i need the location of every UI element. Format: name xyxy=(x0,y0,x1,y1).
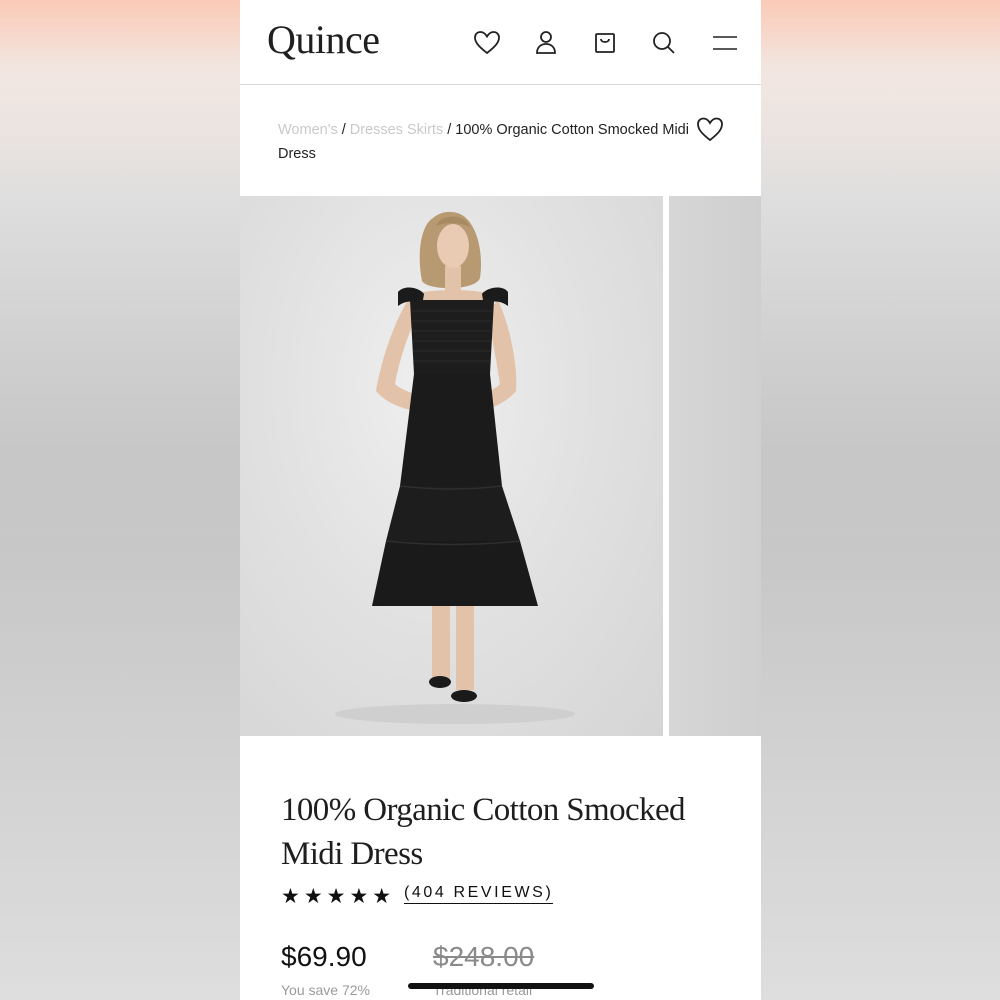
breadcrumb-current: 100% Organic Cotton Smocked Midi Dress xyxy=(278,122,689,162)
rating-stars[interactable]: ★★★★★ xyxy=(281,884,395,909)
reviews-count[interactable]: (404 REVIEWS) xyxy=(404,884,554,904)
background-left xyxy=(0,0,240,1000)
savings-text: You save 72% xyxy=(281,982,370,998)
product-photo-main[interactable] xyxy=(240,196,663,736)
product-title: 100% Organic Cotton Smocked Midi Dress xyxy=(281,792,685,872)
product-gallery[interactable] xyxy=(240,196,761,736)
phone-screen: Quince Women's / Dresses Skirts/100% Organ… xyxy=(240,0,761,1000)
site-header: Quince xyxy=(240,0,761,85)
breadcrumb-separator: / xyxy=(341,122,346,138)
breadcrumb-separator: / xyxy=(447,122,452,138)
bag-icon[interactable] xyxy=(590,28,620,58)
product-info: 100% Organic Cotton Smocked Midi Dress ★… xyxy=(240,736,761,1000)
reviews-link[interactable]: (404 REVIEWS) xyxy=(404,884,554,904)
search-icon[interactable] xyxy=(649,28,679,58)
sale-price: $69.90 xyxy=(281,941,367,972)
wishlist-heart-icon[interactable] xyxy=(695,114,725,144)
brand-logo[interactable]: Quince xyxy=(267,16,380,63)
breadcrumb-dresses-skirts[interactable]: Dresses Skirts xyxy=(350,122,443,138)
model-illustration xyxy=(335,211,575,724)
product-photo-next[interactable] xyxy=(669,196,761,736)
original-price: $248.00 xyxy=(433,941,535,972)
account-icon[interactable] xyxy=(531,28,561,58)
home-indicator[interactable] xyxy=(408,983,594,989)
background-right xyxy=(760,0,1000,1000)
heart-icon[interactable] xyxy=(472,28,502,58)
breadcrumb: Women's / Dresses Skirts/100% Organic Cott… xyxy=(278,118,698,166)
menu-icon[interactable] xyxy=(710,28,740,58)
breadcrumb-womens[interactable]: Women's xyxy=(278,122,338,138)
